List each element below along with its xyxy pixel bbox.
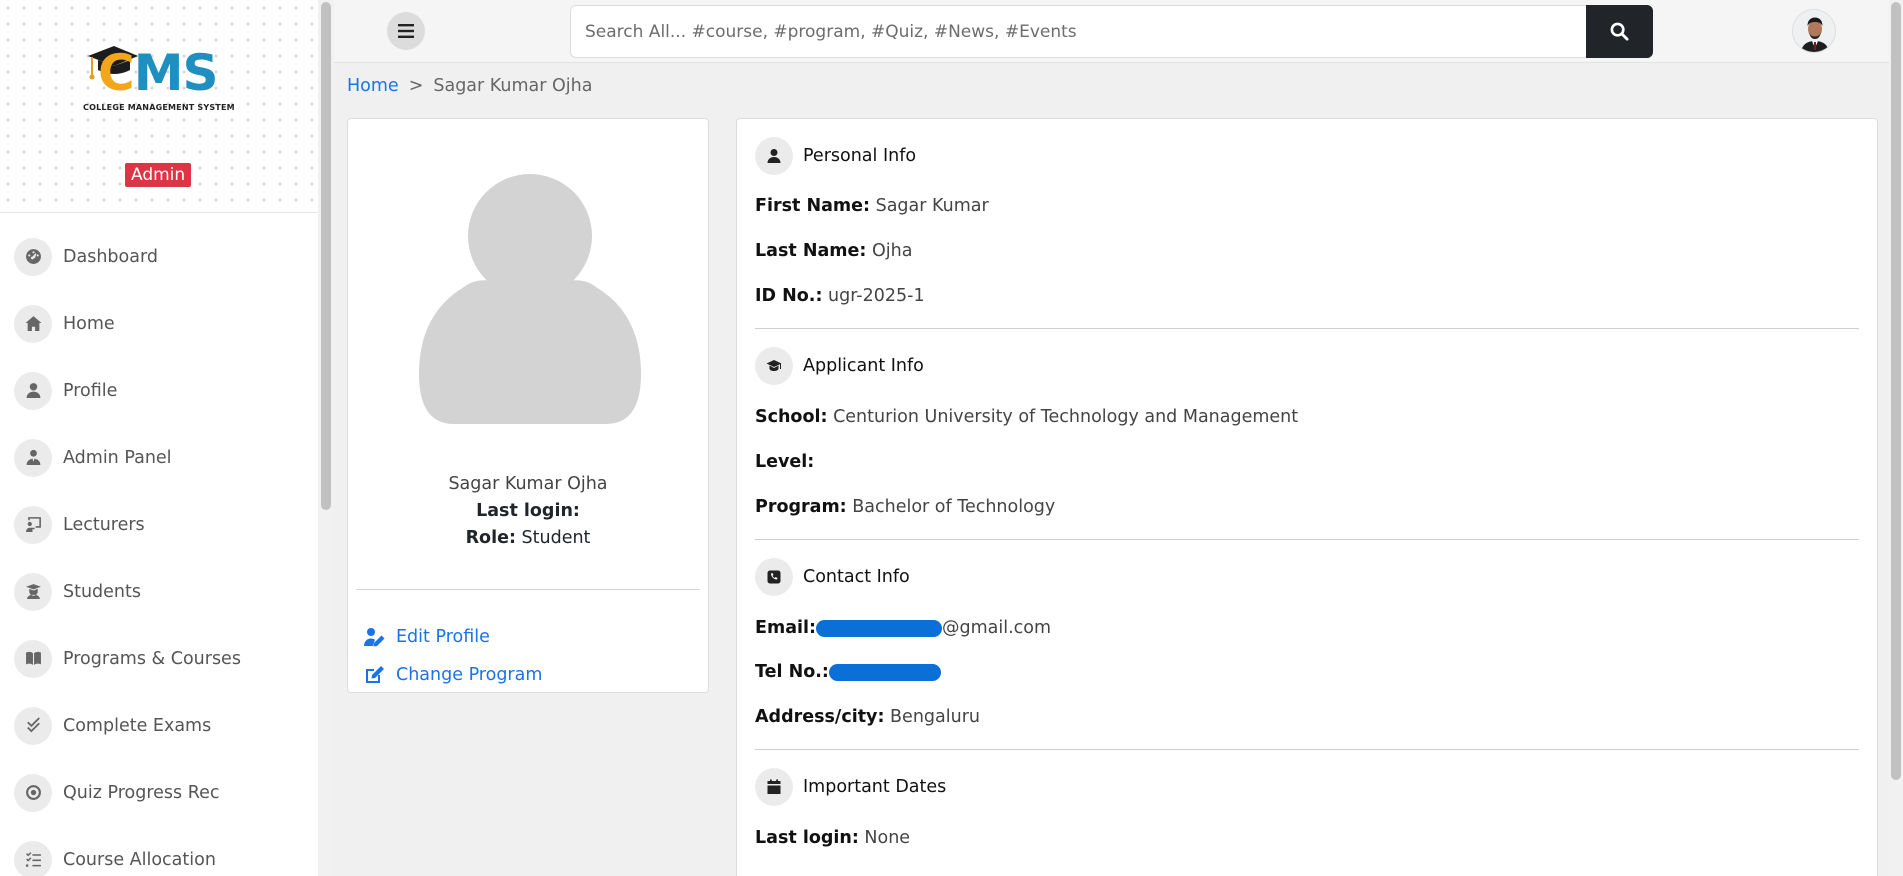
divider [755,328,1859,329]
list-check-icon [14,840,52,876]
sidebar-brand: CMS COLLEGE MANAGEMENT SYSTEM Admin [0,0,318,213]
sidebar-item-profile[interactable]: Profile [0,357,318,424]
level-row: Level: [755,452,815,472]
main-scrollbar-thumb[interactable] [1891,2,1901,780]
sidebar-item-quiz-progress[interactable]: Quiz Progress Rec [0,759,318,826]
sidebar-item-home[interactable]: Home [0,290,318,357]
check-double-icon [14,706,52,745]
sidebar-item-label: Home [63,313,115,334]
sidebar-item-dashboard[interactable]: Dashboard [0,223,318,290]
calendar-icon [755,768,793,806]
address-row: Address/city: Bengaluru [755,707,980,727]
user-icon [14,371,52,410]
email-row: Email: @gmail.com [755,618,1052,638]
user-icon [755,137,793,175]
first-name-row: First Name: Sagar Kumar [755,196,989,216]
profile-summary-card: Sagar Kumar Ojha Last login: Role: Stude… [347,118,709,693]
dashboard-icon [14,237,52,276]
sidebar-scrollbar-thumb[interactable] [321,2,331,510]
sidebar-item-programs-courses[interactable]: Programs & Courses [0,625,318,692]
profile-role: Role: Student [348,528,708,548]
applicant-info-header: Applicant Info [755,347,924,385]
graduate-icon [14,572,52,611]
role-value: Student [521,528,591,548]
sidebar-item-label: Admin Panel [63,447,172,468]
contact-info-header: Contact Info [755,558,910,596]
role-badge: Admin [125,163,192,187]
home-icon [14,304,52,343]
sidebar-item-label: Course Allocation [63,849,216,870]
book-icon [14,639,52,678]
record-icon [14,773,52,812]
sidebar-item-course-allocation[interactable]: Course Allocation [0,826,318,876]
logo[interactable]: CMS [98,48,218,98]
change-program-link[interactable]: Change Program [364,665,542,685]
sidebar-item-label: Lecturers [63,514,145,535]
section-title: Important Dates [803,777,947,797]
breadcrumb-current: Sagar Kumar Ojha [433,76,593,96]
tel-row: Tel No.: [755,662,941,682]
avatar-icon [1793,10,1835,52]
menu-toggle-button[interactable] [387,12,425,50]
sidebar-nav: Dashboard Home Profile Admin Panel Lectu… [0,213,318,876]
divider [755,749,1859,750]
profile-name: Sagar Kumar Ojha [448,474,608,494]
profile-placeholder-image [419,174,641,424]
divider [356,589,700,590]
breadcrumb-separator: > [408,76,424,96]
sidebar-item-students[interactable]: Students [0,558,318,625]
personal-info-header: Personal Info [755,137,916,175]
top-bar [334,0,1889,63]
sidebar-item-label: Dashboard [63,246,158,267]
id-row: ID No.: ugr-2025-1 [755,286,925,306]
phone-square-icon [755,558,793,596]
sidebar-item-label: Programs & Courses [63,648,241,669]
hamburger-icon [398,24,414,38]
search-button[interactable] [1586,5,1653,58]
last-name-row: Last Name: Ojha [755,241,913,261]
sidebar-item-label: Profile [63,380,118,401]
chalkboard-teacher-icon [14,505,52,544]
user-avatar[interactable] [1792,9,1836,53]
redacted-email [816,619,942,637]
logo-subtitle: COLLEGE MANAGEMENT SYSTEM [83,103,235,112]
last-login-row: Last login: None [755,828,911,848]
profile-last-login: Last login: [348,501,708,521]
sidebar-item-lecturers[interactable]: Lecturers [0,491,318,558]
section-title: Applicant Info [803,356,924,376]
graduation-cap-icon [755,347,793,385]
program-row: Program: Bachelor of Technology [755,497,1056,517]
change-program-label: Change Program [396,665,543,685]
school-row: School: Centurion University of Technolo… [755,407,1299,427]
breadcrumb-home-link[interactable]: Home [347,76,399,96]
admin-icon [14,438,52,477]
sidebar-item-label: Students [63,581,142,602]
search-icon [1610,22,1629,41]
sidebar-item-label: Quiz Progress Rec [63,782,220,803]
role-label: Role: [465,528,516,548]
divider [755,539,1859,540]
edit-square-icon [366,666,384,683]
breadcrumb: Home > Sagar Kumar Ojha [347,76,592,96]
search-box [570,5,1590,58]
section-title: Personal Info [803,146,917,166]
sidebar: CMS COLLEGE MANAGEMENT SYSTEM Admin Dash… [0,0,318,876]
sidebar-item-admin-panel[interactable]: Admin Panel [0,424,318,491]
redacted-phone [828,663,941,681]
edit-profile-label: Edit Profile [396,627,490,647]
sidebar-item-label: Complete Exams [63,715,212,736]
search-input[interactable] [571,6,1587,57]
user-edit-icon [364,628,385,647]
section-title: Contact Info [803,567,910,587]
sidebar-item-complete-exams[interactable]: Complete Exams [0,692,318,759]
profile-details-card: Personal Info First Name: Sagar Kumar La… [736,118,1878,876]
edit-profile-link[interactable]: Edit Profile [364,627,490,647]
important-dates-header: Important Dates [755,768,946,806]
last-login-label: Last login: [476,501,580,521]
